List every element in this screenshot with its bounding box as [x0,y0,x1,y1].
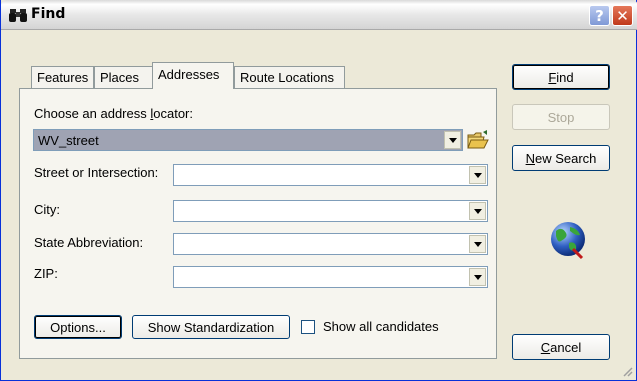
chevron-down-icon[interactable] [469,202,486,220]
chevron-down-icon[interactable] [469,235,486,253]
new-search-button[interactable]: New Search [512,145,610,171]
locator-select[interactable]: WV_street [33,129,463,151]
chevron-down-icon[interactable] [469,268,486,286]
globe-icon [551,222,585,260]
cancel-button[interactable]: Cancel [512,334,610,360]
city-input[interactable] [173,200,488,222]
show-all-candidates-checkbox[interactable] [301,320,315,334]
state-label: State Abbreviation: [34,235,144,250]
locator-label: Choose an address locator: [34,106,193,121]
window-title: Find [31,6,66,22]
binoculars-icon [9,9,27,22]
tab-route-locations[interactable]: Route Locations [234,66,345,89]
close-button[interactable]: ✕ [612,5,633,26]
open-folder-icon[interactable] [467,130,489,150]
chevron-down-icon[interactable] [444,131,461,149]
tab-places[interactable]: Places [94,66,153,89]
resize-grip[interactable] [621,365,633,377]
options-button[interactable]: Options... [34,315,122,339]
city-label: City: [34,202,60,217]
street-input[interactable] [173,164,488,186]
tab-addresses[interactable]: Addresses [152,62,234,89]
street-label: Street or Intersection: [34,165,159,180]
help-button[interactable]: ? [589,5,610,26]
find-dialog: Find ? ✕ Features Places Addresses Route… [0,0,637,381]
state-input[interactable] [173,233,488,255]
chevron-down-icon[interactable] [469,166,486,184]
zip-label: ZIP: [34,266,58,281]
show-standardization-button[interactable]: Show Standardization [132,315,290,339]
find-button[interactable]: Find [512,64,610,90]
title-bar[interactable]: Find ? ✕ [1,0,637,30]
show-all-candidates-label: Show all candidates [323,319,439,334]
stop-button[interactable]: Stop [512,104,610,130]
locator-value: WV_street [38,133,99,148]
zip-input[interactable] [173,266,488,288]
tab-features[interactable]: Features [31,66,94,89]
